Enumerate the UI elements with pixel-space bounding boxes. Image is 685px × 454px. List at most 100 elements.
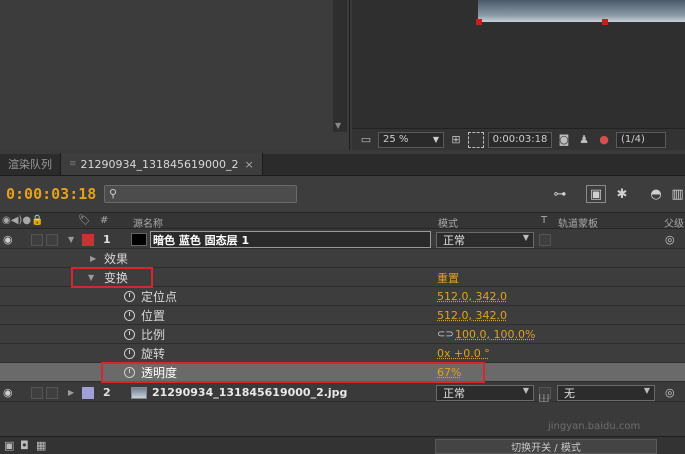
zoom-select[interactable]: 25 % ▼	[378, 131, 444, 148]
region-of-interest-icon[interactable]	[468, 131, 484, 148]
preserve-transparency-checkbox[interactable]	[539, 230, 551, 249]
draft-3d-icon[interactable]: ▣	[586, 185, 606, 203]
property-row-anchor-point[interactable]: 定位点 512.0, 342.0	[0, 287, 685, 306]
property-value[interactable]: 512.0, 342.0	[437, 306, 507, 325]
image-layer-thumbnail	[131, 383, 147, 402]
column-number[interactable]: #	[100, 215, 108, 226]
property-value[interactable]: 67%	[437, 363, 461, 382]
watermark-url: jingyan.baidu.com	[548, 421, 641, 432]
expand-switches-icon[interactable]: ▣	[4, 439, 14, 452]
composition-viewer: ▭ 25 % ▼ ⊞ 0:00:03:18 ◙ ♟ ● (1/4)	[352, 0, 685, 150]
layer-mode-select[interactable]: 正常 ▼	[436, 230, 534, 249]
current-time-display[interactable]: 0:00:03:18	[6, 185, 96, 203]
effects-group-row[interactable]: ▶ 效果	[0, 249, 685, 268]
resolution-value: (1/4)	[621, 134, 645, 145]
mode-value: 正常	[443, 386, 465, 400]
column-mode[interactable]: 模式	[438, 215, 458, 230]
expand-triangle-icon[interactable]: ▶	[90, 249, 96, 268]
property-name: 位置	[141, 309, 166, 323]
track-matte-select[interactable]: 无 ▼	[557, 383, 655, 402]
property-value[interactable]: 0x +0.0 °	[437, 344, 490, 363]
fit-icon[interactable]: ⊞	[448, 132, 464, 148]
search-input[interactable]: ⚲	[104, 185, 297, 203]
stopwatch-icon[interactable]	[124, 344, 135, 363]
label-color-swatch[interactable]	[82, 383, 94, 402]
property-value[interactable]: 512.0, 342.0	[437, 287, 507, 306]
solid-layer-thumbnail	[131, 230, 147, 249]
constrain-proportions-icon[interactable]: ⊂⊃	[437, 325, 454, 344]
label-column-icon[interactable]: 🏷	[78, 215, 91, 226]
toggle-switches-modes-button[interactable]: 切换开关 / 模式	[435, 439, 657, 454]
label-color-swatch[interactable]	[82, 230, 94, 249]
tab-label: 21290934_131845619000_2	[80, 157, 239, 171]
layer-name-field[interactable]: 暗色 蓝色 固态层 1	[150, 230, 431, 249]
layer-name[interactable]: 暗色 蓝色 固态层 1	[150, 231, 431, 248]
layer-mode-select[interactable]: 正常 ▼	[436, 383, 534, 402]
hide-shy-layers-icon[interactable]: ✱	[612, 185, 632, 203]
property-name: 定位点	[141, 290, 178, 304]
property-row-position[interactable]: 位置 512.0, 342.0	[0, 306, 685, 325]
lock-switch[interactable]	[46, 383, 58, 402]
transform-group-row[interactable]: ▼ 变换 重置	[0, 268, 685, 287]
tab-render-queue[interactable]: 渲染队列	[0, 153, 61, 175]
layer-index: 2	[103, 386, 111, 399]
column-track-matte[interactable]: 轨道蒙板	[558, 215, 598, 230]
column-parent[interactable]: 父级	[664, 215, 684, 230]
always-preview-icon[interactable]: ▭	[358, 132, 374, 148]
parent-pickwhip-icon[interactable]: ◎	[665, 230, 675, 249]
tab-composition[interactable]: ≡ 21290934_131845619000_2 ×	[61, 153, 263, 175]
property-row-scale[interactable]: 比例 ⊂⊃ 100.0, 100.0%	[0, 325, 685, 344]
column-source-name[interactable]: 源名称	[133, 215, 163, 230]
close-icon[interactable]: ×	[245, 158, 254, 171]
stopwatch-icon[interactable]	[124, 363, 135, 382]
av-features-icon[interactable]: ◉◀)●🔒	[2, 215, 44, 226]
visibility-eye-icon[interactable]: ◉	[3, 230, 13, 249]
search-icon: ⚲	[109, 187, 118, 200]
expand-triangle-icon[interactable]: ▶	[68, 383, 74, 402]
stopwatch-icon[interactable]	[124, 325, 135, 344]
reset-link[interactable]: 重置	[437, 268, 459, 287]
project-panel: ▼	[0, 0, 350, 150]
chevron-down-icon: ▼	[522, 232, 529, 242]
audio-switch[interactable]	[31, 230, 43, 249]
comp-mini-flowchart-icon[interactable]: ⊶	[548, 185, 572, 203]
column-t[interactable]: T	[541, 215, 547, 226]
color-channels-icon[interactable]: ●	[596, 132, 612, 148]
camera-icon[interactable]: ◙	[556, 132, 572, 148]
parent-pickwhip-icon[interactable]: ◎	[665, 383, 675, 402]
layer-row[interactable]: ◉ ▶ 2 21290934_131845619000_2.jpg 正常 ▼ 无…	[0, 383, 685, 402]
column-header: ◉◀)●🔒 🏷 # 源名称 模式 T 轨道蒙板 父级	[0, 212, 685, 230]
stopwatch-icon[interactable]	[124, 287, 135, 306]
tab-label: 渲染队列	[8, 158, 52, 171]
visibility-eye-icon[interactable]: ◉	[3, 383, 13, 402]
stopwatch-icon[interactable]	[124, 306, 135, 325]
expand-triangle-icon[interactable]: ▼	[68, 230, 74, 249]
watermark-logo: Ш	[538, 392, 550, 405]
layer-index: 1	[103, 233, 111, 246]
mode-value: 正常	[443, 233, 465, 247]
expand-triangle-icon[interactable]: ▼	[88, 268, 94, 287]
transform-handle[interactable]	[476, 19, 482, 25]
timeline-tabbar: 渲染队列 ≡ 21290934_131845619000_2 ×	[0, 153, 685, 176]
layer-name[interactable]: 21290934_131845619000_2.jpg	[152, 383, 347, 402]
show-snapshot-icon[interactable]: ♟	[576, 132, 592, 148]
composition-preview	[476, 0, 685, 25]
scrollbar[interactable]: ▼	[333, 0, 347, 132]
frame-blending-icon[interactable]: ◓	[646, 185, 666, 203]
chevron-down-icon: ▼	[522, 385, 529, 395]
expand-time-icon[interactable]: ▦	[36, 439, 46, 452]
property-value[interactable]: 100.0, 100.0%	[455, 325, 535, 344]
scroll-down-arrow-icon[interactable]: ▼	[335, 121, 341, 130]
lock-switch[interactable]	[46, 230, 58, 249]
viewer-timecode[interactable]: 0:00:03:18	[488, 131, 552, 148]
property-row-rotation[interactable]: 旋转 0x +0.0 °	[0, 344, 685, 363]
motion-blur-icon[interactable]: ▥	[670, 185, 685, 203]
layer-row[interactable]: ◉ ▼ 1 暗色 蓝色 固态层 1 正常 ▼ ◎	[0, 230, 685, 249]
property-row-opacity[interactable]: 透明度 67%	[0, 363, 685, 382]
resolution-select[interactable]: (1/4)	[616, 131, 666, 148]
audio-switch[interactable]	[31, 383, 43, 402]
transform-handle[interactable]	[602, 19, 608, 25]
expand-modes-icon[interactable]: ◘	[20, 439, 29, 452]
track-matte-value: 无	[564, 386, 575, 400]
timeline-header: 0:00:03:18 ⚲ ⊶ ▣ ✱ ◓ ▥	[0, 176, 685, 212]
